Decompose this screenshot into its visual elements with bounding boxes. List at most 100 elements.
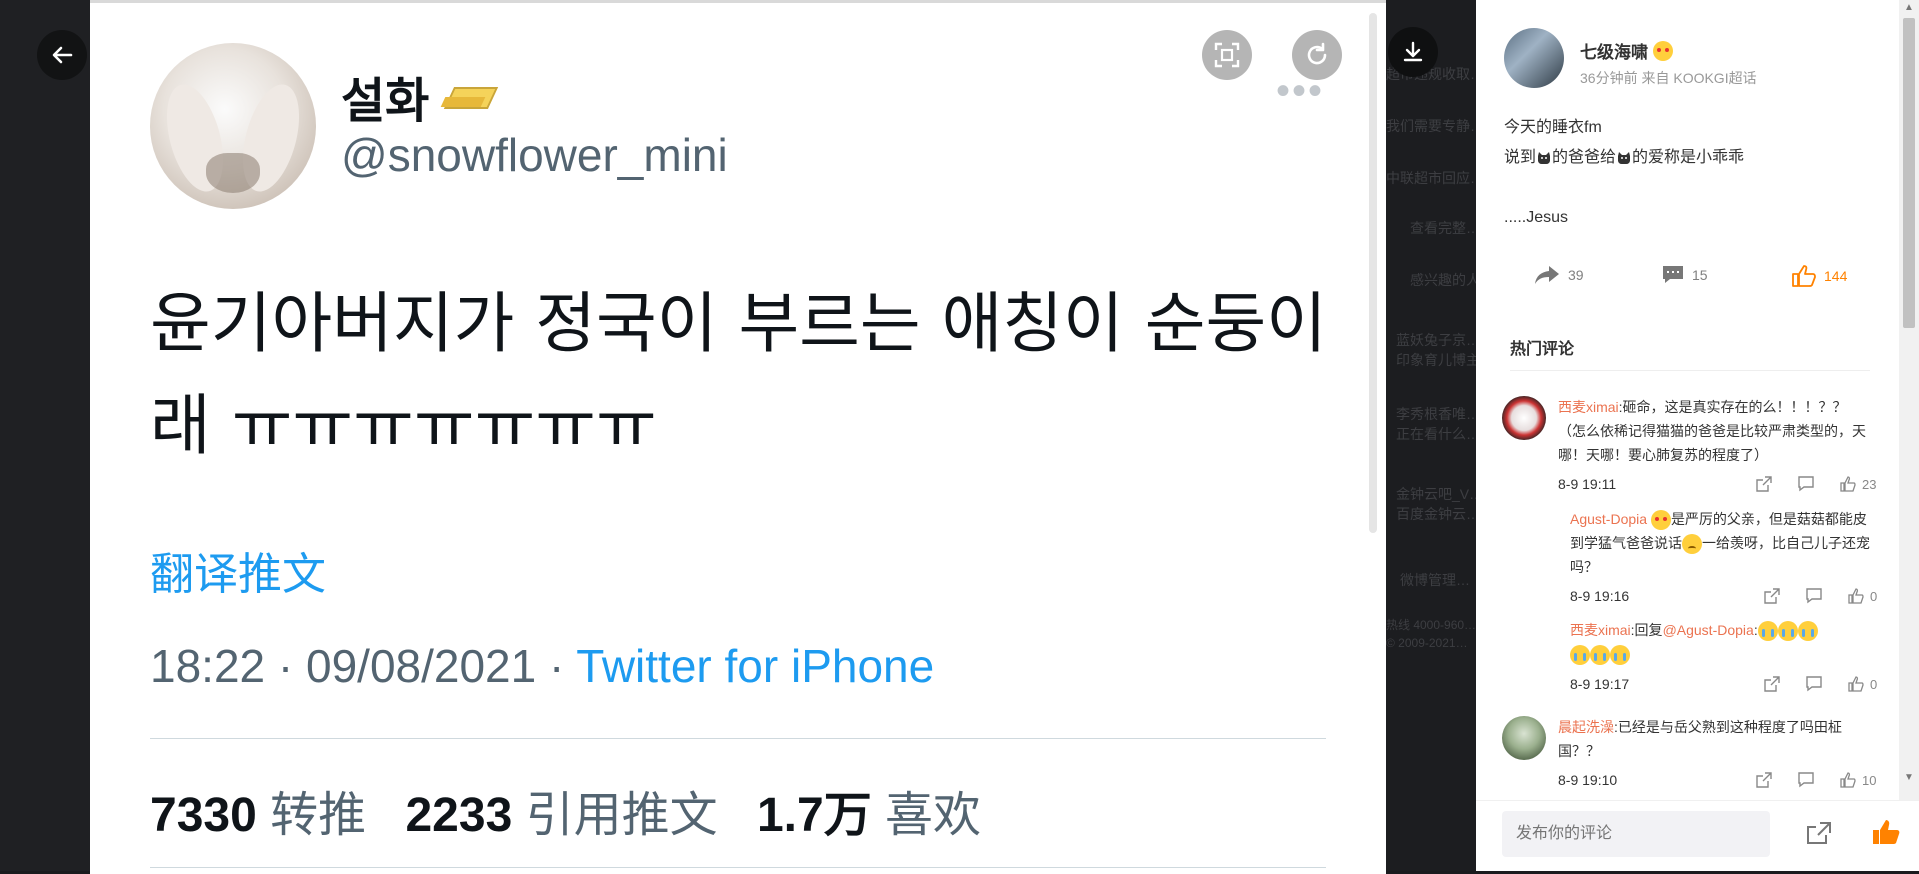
reply-body: Agust-Dopia 是严厉的父亲，但是菇菇都能皮到学猛气爸爸说话 一给羡呀，比… [1570,507,1872,579]
share-button[interactable]: 39 [1534,265,1584,285]
comment-text: :回复 [1630,622,1663,638]
tweet-text-line: 래 ㅠㅠㅠㅠㅠㅠㅠ [150,387,657,464]
share-icon[interactable] [1764,676,1780,692]
comment-time: 8-9 19:10 [1558,772,1618,788]
reply-icon[interactable] [1806,676,1822,692]
arrow-left-icon [52,46,73,64]
divider [150,867,1326,868]
bg-text: 感兴趣的人 [1410,272,1476,288]
poster-avatar[interactable] [1504,28,1564,88]
comment-time: 8-9 19:17 [1570,676,1630,692]
post-line: .....Jesus [1504,209,1569,226]
poster-name-text: 七级海啸 [1580,43,1648,62]
quote-label: 引用推文 [525,789,718,842]
tweet-display-name: 설화 [341,61,499,131]
commenter-avatar[interactable] [1502,716,1546,760]
divider [1510,370,1870,371]
share-icon[interactable] [1756,476,1772,492]
post-text-part: 说到 [1504,149,1537,166]
comment-time: 8-9 19:16 [1570,588,1630,604]
like-label: 喜欢 [885,789,982,842]
quote-count: 2233 [405,789,513,842]
cat-emoji-icon [1618,151,1631,164]
like-count: 144 [1824,268,1848,284]
post-text: 今天的睡衣fm 说到 的爸爸给 的爱称是小乖乖 .....Jesus [1504,113,1744,233]
like-button[interactable]: 144 [1792,265,1847,287]
crying-emoji-icon [1757,621,1778,642]
commenter-name[interactable]: 西麦ximai [1558,399,1619,415]
bg-text: 金钟云吧_V… [1396,486,1476,502]
bg-text: 我们需要专静… [1386,118,1476,134]
crying-emoji-icon [1777,621,1798,642]
rotate-icon [1307,42,1327,65]
bg-text: 正在看什么… [1396,426,1476,442]
comment-actions: 10 [1756,772,1876,788]
commenter-name[interactable]: 西麦ximai [1570,622,1631,638]
comment-input[interactable] [1502,811,1770,857]
tweet-meta: 18:22 · 09/08/2021 · Twitter for iPhone [150,639,934,693]
comment-button[interactable]: 15 [1662,265,1708,285]
commenter-avatar[interactable] [1502,396,1546,440]
tweet-stats: 7330 转推 2233 引用推文 1.7万 喜欢 [150,775,1007,845]
avatar [150,43,316,209]
heart-eyes-emoji-icon [1653,40,1673,61]
repost-icon[interactable] [1806,821,1832,845]
share-icon[interactable] [1764,588,1780,604]
bg-text: 热线 4000-960… [1386,618,1476,632]
commenter-name[interactable]: Agust-Dopia [1570,511,1647,527]
image-viewer: 설화 @snowflower_mini ••• 윤기아버지가 정국이 부르는 애… [0,0,1476,874]
bg-text: 李秀根香唯… [1396,406,1476,422]
thumbs-up-icon[interactable] [1872,819,1900,845]
poster-name[interactable]: 七级海啸 [1580,38,1673,63]
download-button[interactable] [1388,27,1438,77]
reply-icon[interactable] [1798,772,1814,788]
sad-emoji-icon [1682,534,1702,555]
divider [150,738,1326,739]
thumbs-up-icon [1792,265,1816,287]
tweet-handle: @snowflower_mini [341,129,728,181]
comment-count: 15 [1692,267,1708,283]
comment-actions: 0 [1764,588,1877,604]
comment-like-count: 23 [1862,476,1877,492]
fullscreen-icon [1214,42,1240,68]
scrollbar-thumb[interactable] [1903,18,1915,328]
back-button[interactable] [37,30,87,80]
thumbs-up-icon[interactable] [1848,588,1864,604]
bg-text: © 2009-2021… [1386,636,1468,650]
rotate-button[interactable] [1292,30,1342,80]
like-count: 1.7万 [756,789,872,842]
translate-link: 翻译推文 [150,550,326,599]
tweet-time: 18:22 · 09/08/2021 · [150,640,577,692]
comment-like-count: 0 [1870,676,1878,692]
comment-actions: 0 [1764,676,1877,692]
fullscreen-button[interactable] [1202,30,1252,80]
reply-icon[interactable] [1798,476,1814,492]
comment-like-count: 10 [1862,772,1877,788]
post-line: 说到 的爸爸给 的爱称是小乖乖 [1504,143,1744,173]
post-meta: 36分钟前 来自 KOOKGI超话 [1580,70,1757,86]
tweet-text: 윤기아버지가 정국이 부르는 애칭이 순둥이 래 ㅠㅠㅠㅠㅠㅠㅠ [150,273,1350,477]
comment-like-count: 0 [1870,588,1878,604]
share-count: 39 [1568,267,1584,283]
scroll-down-icon[interactable]: ▼ [1904,772,1914,783]
scroll-up-icon[interactable]: ▲ [1904,2,1914,13]
tweet-text-line: 윤기아버지가 정국이 부르는 애칭이 순둥이 [150,285,1327,362]
comment-bar [1476,800,1919,871]
thumbs-up-icon[interactable] [1840,476,1856,492]
bg-text: 印象育儿博主 [1396,352,1476,368]
thumbs-up-icon[interactable] [1848,676,1864,692]
display-name-text: 설화 [341,75,430,128]
panel-scrollbar[interactable]: ▲ ▼ [1899,0,1919,800]
image-scrollbar[interactable] [1369,13,1377,533]
share-icon[interactable] [1756,772,1772,788]
reply-body: 西麦ximai:回复@Agust-Dopia: [1570,618,1872,666]
retweet-label: 转推 [270,789,367,842]
thumbs-up-icon[interactable] [1840,772,1856,788]
crying-emoji-icon [1610,645,1630,666]
reply-icon[interactable] [1806,588,1822,604]
bg-text: 百度金钟云… [1396,506,1476,522]
tweet-screenshot: 설화 @snowflower_mini ••• 윤기아버지가 정국이 부르는 애… [90,0,1386,874]
post-text-part: 的爱称是小乖乖 [1632,149,1745,166]
mention-link[interactable]: @Agust-Dopia [1663,622,1754,638]
commenter-name[interactable]: 晨起洗澡 [1558,719,1614,735]
